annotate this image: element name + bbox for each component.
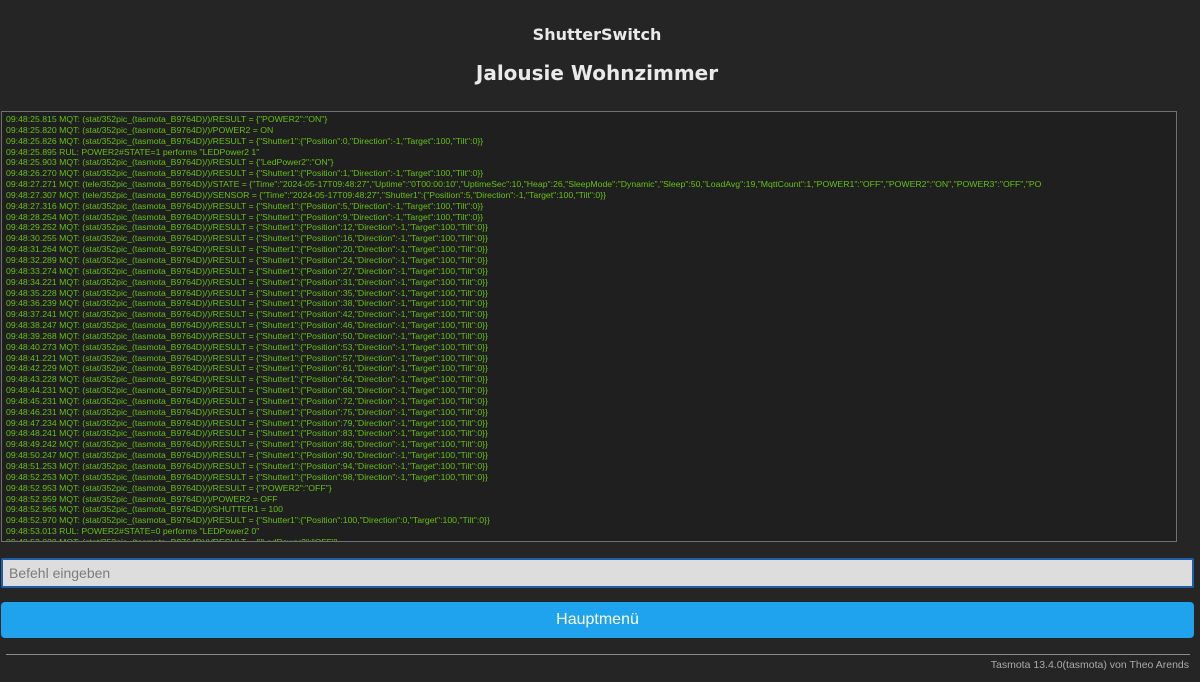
footer-divider [6, 654, 1190, 655]
tasmota-console-page: ShutterSwitch Jalousie Wohnzimmer 09:48:… [0, 0, 1200, 682]
device-name: Jalousie Wohnzimmer [475, 61, 719, 85]
main-menu-button[interactable]: Hauptmenü [1, 602, 1194, 638]
command-input[interactable] [1, 558, 1194, 588]
footer-version: Tasmota 13.4.0(tasmota) von Theo Arends [990, 659, 1189, 671]
module-name: ShutterSwitch [532, 25, 662, 44]
console-log-text: 09:48:25.815 MQT: (stat/352pic_(tasmota_… [6, 114, 1042, 542]
console-log[interactable]: 09:48:25.815 MQT: (stat/352pic_(tasmota_… [1, 111, 1177, 542]
